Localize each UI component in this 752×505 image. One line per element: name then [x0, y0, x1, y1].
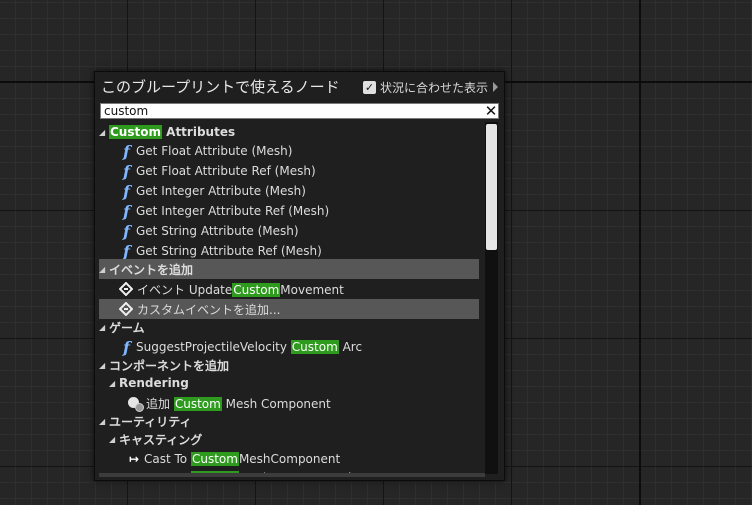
search-match-highlight: Custom	[232, 282, 281, 297]
action-item[interactable]: 追加 Custom Mesh Component	[99, 393, 479, 413]
action-label: 追加 Custom Mesh Component	[146, 395, 331, 412]
label-text: Get Integer Attribute (Mesh)	[136, 184, 306, 198]
action-item[interactable]: ↦ Cast To CustomMeshComponent	[99, 449, 479, 469]
action-item[interactable]: f Get Integer Attribute (Mesh)	[99, 181, 479, 201]
label-text: ユーティリティ	[109, 414, 192, 429]
expand-arrow-icon[interactable]	[493, 82, 498, 92]
expand-triangle-icon[interactable]: ◢	[99, 323, 107, 332]
search-match-highlight: Custom	[290, 340, 339, 354]
action-label: キャスティング	[119, 431, 202, 448]
action-label: Get String Attribute Ref (Mesh)	[136, 244, 322, 258]
event-icon	[119, 282, 133, 296]
expand-triangle-icon[interactable]: ◢	[99, 128, 107, 137]
action-label: Get Integer Attribute Ref (Mesh)	[136, 204, 329, 218]
function-icon: f	[123, 201, 130, 221]
label-text: Get Float Attribute (Mesh)	[136, 144, 293, 158]
label-text: SuggestProjectileVelocity	[136, 340, 291, 354]
action-label: イベントを追加	[109, 261, 193, 278]
label-text: Arc	[338, 340, 363, 354]
label-text: Get String Attribute Ref (Mesh)	[136, 244, 322, 258]
label-text: ゲーム	[109, 320, 145, 335]
action-label: SuggestProjectileVelocity Custom Arc	[136, 340, 362, 354]
event-icon	[119, 302, 133, 316]
label-text: Attributes	[161, 125, 236, 139]
action-label: イベント UpdateCustomMovement	[137, 281, 344, 298]
label-text: コンポーネントを追加	[109, 358, 230, 373]
category-row[interactable]: ◢ イベントを追加	[99, 259, 479, 279]
action-label: ゲーム	[109, 319, 145, 336]
label-text: Rendering	[119, 376, 189, 390]
category-row[interactable]: ◢ Custom Attributes	[99, 122, 479, 142]
action-item[interactable]: f SuggestProjectileVelocity Custom Arc	[99, 337, 479, 357]
checkmark-icon: ✓	[364, 80, 375, 94]
category-row[interactable]: ◢ Rendering	[99, 373, 479, 393]
action-label: Cast To CustomMeshComponent	[144, 452, 340, 466]
action-item[interactable]: カスタムイベントを追加...	[99, 299, 479, 319]
label-text: Mesh Component	[221, 396, 331, 411]
label-text: Get String Attribute (Mesh)	[136, 224, 299, 238]
action-item[interactable]: イベント UpdateCustomMovement	[99, 279, 479, 299]
search-match-highlight: Custom	[173, 396, 222, 411]
label-text: カスタムイベントを追加...	[137, 302, 281, 317]
action-label: Get Integer Attribute (Mesh)	[136, 184, 306, 198]
function-icon: f	[123, 221, 130, 241]
category-row[interactable]: ◢ キャスティング	[99, 429, 479, 449]
expand-triangle-icon[interactable]: ◢	[99, 265, 107, 274]
category-row[interactable]: ◢ ゲーム	[99, 317, 479, 337]
label-text: イベント Update	[137, 282, 233, 297]
graph-grid-major-line	[639, 0, 641, 505]
component-icon	[127, 395, 144, 412]
expand-triangle-icon[interactable]: ◢	[109, 379, 117, 388]
label-text: Get Integer Attribute Ref (Mesh)	[136, 204, 330, 218]
category-row[interactable]: ◢ ユーティリティ	[99, 411, 479, 431]
action-label: Get Float Attribute (Mesh)	[136, 144, 292, 158]
action-item[interactable]: f Get String Attribute (Mesh)	[99, 221, 479, 241]
search-match-highlight: Custom	[190, 452, 239, 466]
expand-triangle-icon[interactable]: ◢	[109, 435, 117, 444]
label-text: 追加	[146, 396, 174, 411]
action-item[interactable]: f Get Integer Attribute Ref (Mesh)	[99, 201, 479, 221]
expand-triangle-icon[interactable]: ◢	[99, 361, 107, 370]
action-item[interactable]: f Get Float Attribute Ref (Mesh)	[99, 161, 479, 181]
action-label: Get String Attribute (Mesh)	[136, 224, 299, 238]
label-text: Cast To	[144, 452, 191, 466]
category-row[interactable]: ◢ コンポーネントを追加	[99, 355, 479, 375]
action-label: ユーティリティ	[109, 413, 192, 430]
label-text: キャスティング	[119, 432, 203, 447]
action-label: コンポーネントを追加	[109, 357, 229, 374]
clear-search-icon[interactable]: ✕	[484, 104, 498, 119]
label-text: Movement	[280, 282, 344, 297]
expand-triangle-icon[interactable]: ◢	[99, 417, 107, 426]
search-match-highlight: Custom	[109, 125, 162, 139]
palette-title: このブループリントで使えるノード	[101, 78, 340, 96]
action-item[interactable]: f Get String Attribute Ref (Mesh)	[99, 241, 479, 261]
action-label: カスタムイベントを追加...	[137, 301, 280, 318]
search-box: ✕	[100, 103, 499, 119]
horizontal-scrollbar[interactable]	[99, 473, 485, 477]
action-label: Rendering	[119, 376, 189, 390]
scrollbar-thumb[interactable]	[486, 124, 497, 250]
function-icon: f	[123, 181, 130, 201]
context-sensitive-toggle[interactable]: ✓ 状況に合わせた表示	[362, 78, 498, 96]
action-label: Get Float Attribute Ref (Mesh)	[136, 164, 316, 178]
function-icon: f	[123, 161, 130, 181]
label-text: Get Float Attribute Ref (Mesh)	[136, 164, 316, 178]
function-icon: f	[123, 241, 130, 261]
context-sensitive-label: 状況に合わせた表示	[379, 80, 488, 95]
label-text: MeshComponent	[238, 452, 341, 466]
function-icon: f	[123, 337, 130, 357]
action-item[interactable]: f Get Float Attribute (Mesh)	[99, 141, 479, 161]
action-label: Custom Attributes	[109, 125, 235, 139]
function-icon: f	[123, 141, 130, 161]
cast-arrow-icon: ↦	[128, 452, 140, 466]
label-text: イベントを追加	[109, 262, 194, 277]
search-input[interactable]	[101, 104, 484, 118]
action-list: ◢ Custom Attributes f Get Float Attribute (…	[99, 122, 479, 474]
context-sensitive-checkbox[interactable]: ✓	[362, 80, 376, 94]
node-palette-panel: このブループリントで使えるノード ✓ 状況に合わせた表示 ✕ ◢Custom A…	[94, 71, 505, 481]
